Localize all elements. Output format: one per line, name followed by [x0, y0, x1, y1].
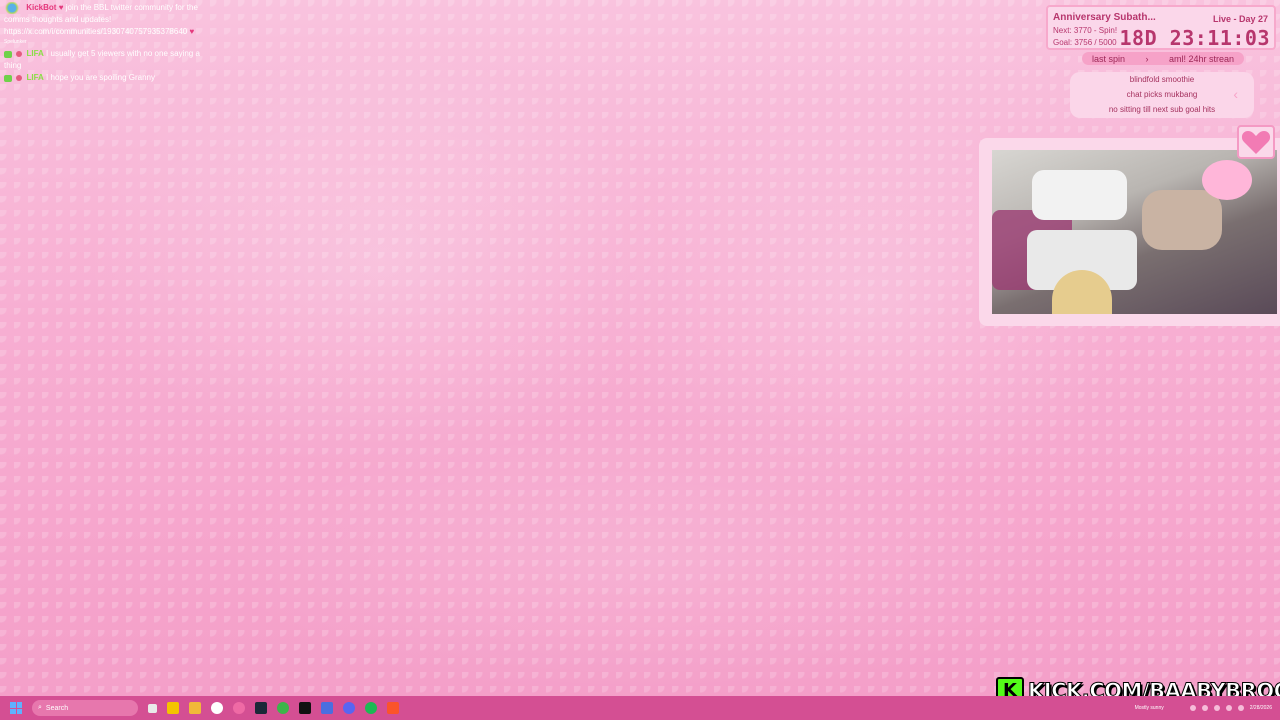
system-tray: Mostly sunny 2/28/2026 — [1135, 696, 1272, 720]
tray-icon[interactable] — [1213, 705, 1220, 711]
obs-icon[interactable] — [211, 702, 223, 714]
task-view-icon[interactable] — [148, 703, 157, 713]
subathon-title: Anniversary Subath... — [1053, 12, 1156, 23]
subscriber-badge-icon — [4, 74, 12, 82]
spin-wheel-list: blindfold smoothie chat picks mukbang no… — [1070, 72, 1254, 118]
cam-plush — [1202, 160, 1252, 200]
chevron-left-icon: ‹ — [1233, 86, 1238, 102]
last-spin-label: last spin — [1092, 53, 1126, 64]
webcam-feed — [992, 150, 1277, 314]
spin-item: no sitting till next sub goal hits — [1108, 105, 1216, 114]
next-goal-label: Next: 3770 - Spin! — [1053, 26, 1118, 35]
steam-icon[interactable] — [255, 702, 267, 714]
heart-icon: ♥ — [58, 3, 64, 13]
avatar — [4, 2, 24, 14]
chat-message: KickBot ♥ join the BBL twitter community… — [4, 2, 209, 48]
goal-progress-label: Goal: 3756 / 5000 — [1053, 38, 1117, 47]
clock[interactable]: 2/28/2026 — [1250, 705, 1272, 711]
cam-clothes — [1142, 190, 1222, 250]
windows-start-icon[interactable] — [10, 702, 22, 714]
spotify-icon[interactable] — [365, 702, 377, 714]
weather-label: Mostly sunny — [1134, 705, 1164, 711]
chat-username: LIFA — [26, 73, 44, 83]
subathon-timer: 18D 23:11:03 — [1119, 26, 1270, 50]
chat-text: I hope you are spoiling Granny — [46, 73, 156, 83]
pixel-heart-icon — [1237, 125, 1275, 159]
heart-badge-icon — [16, 51, 23, 57]
chat-username: KickBot — [26, 3, 57, 13]
heart-badge-icon — [16, 75, 23, 81]
xbox-icon[interactable] — [277, 702, 289, 714]
spin-item: chat picks mukbang — [1126, 90, 1198, 99]
volume-icon[interactable] — [1237, 705, 1244, 711]
chat-message: LIFA I hope you are spoiling Granny — [4, 72, 209, 84]
spin-item: blindfold smoothie — [1129, 75, 1195, 84]
taskbar: ⌕ Search Mostly sunny 2/28/2026 — [0, 696, 1280, 720]
chat-message: LIFA I usually get 5 viewers with no one… — [4, 48, 209, 72]
wifi-icon[interactable] — [1225, 705, 1232, 711]
discord-icon[interactable] — [343, 702, 355, 714]
chat-username: LIFA — [26, 49, 44, 59]
brave-icon[interactable] — [387, 702, 399, 714]
tray-icon[interactable] — [1201, 705, 1208, 711]
last-spin-bar: last spin › aml! 24hr strean — [1082, 52, 1244, 65]
tray-icon[interactable] — [1189, 705, 1196, 711]
subathon-panel: Anniversary Subath... Live - Day 27 Next… — [1046, 5, 1276, 50]
chevron-right-icon: › — [1145, 53, 1149, 64]
search-placeholder: Search — [45, 704, 69, 712]
file-explorer-icon[interactable] — [189, 702, 201, 714]
last-spin-value: aml! 24hr strean — [1168, 53, 1234, 64]
widgets-icon[interactable] — [167, 702, 179, 714]
clock-date: 2/28/2026 — [1249, 705, 1272, 711]
live-day-label: Live - Day 27 — [1212, 14, 1268, 24]
chat-overlay: KickBot ♥ join the BBL twitter community… — [4, 2, 209, 84]
tiktok-icon[interactable] — [299, 702, 311, 714]
app-window-icon[interactable] — [321, 702, 333, 714]
chat-subtext: Spelunker — [4, 39, 27, 46]
cam-chair-back — [1032, 170, 1127, 220]
heart-icon: ♥ — [189, 27, 195, 37]
search-icon: ⌕ — [38, 704, 42, 711]
taskbar-search[interactable]: ⌕ Search — [32, 700, 138, 716]
app-icon[interactable] — [233, 702, 245, 714]
subscriber-badge-icon — [4, 50, 12, 58]
